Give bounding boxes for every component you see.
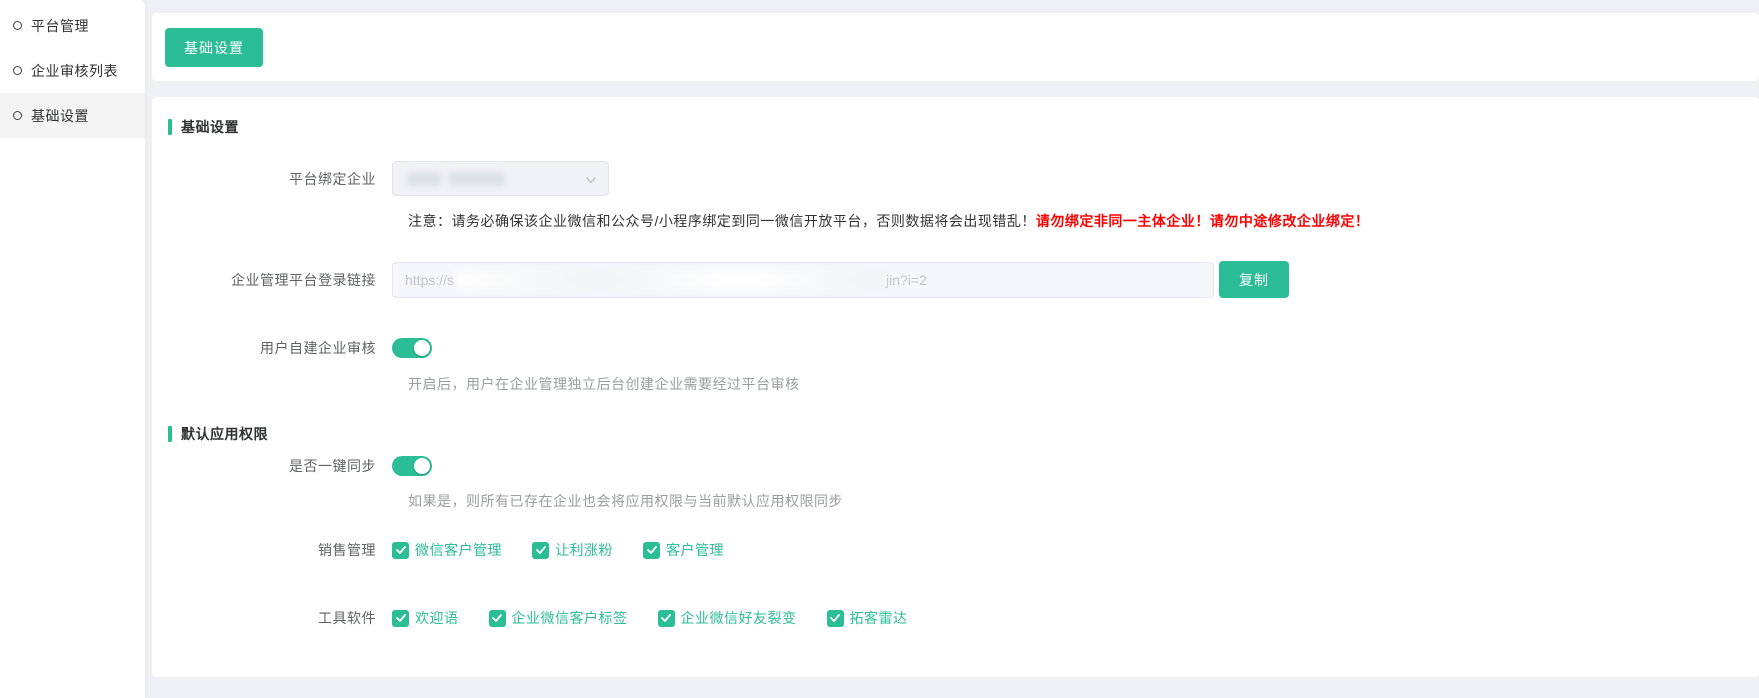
checkbox-checked-icon <box>489 610 506 627</box>
field-label: 平台绑定企业 <box>152 169 392 189</box>
sidebar-item-platform-management[interactable]: 平台管理 <box>0 3 145 48</box>
row-one-click-sync: 是否一键同步 <box>152 455 1735 477</box>
copy-button[interactable]: 复制 <box>1219 261 1289 298</box>
section-title-basic: 基础设置 <box>168 117 239 137</box>
field-label: 工具软件 <box>152 608 392 628</box>
login-link-input[interactable]: https://s jin?i=2 <box>392 262 1214 298</box>
tab-bar-card: 基础设置 <box>152 13 1759 81</box>
sidebar-item-label: 基础设置 <box>31 106 89 126</box>
checkbox-checked-icon <box>643 542 660 559</box>
field-label: 是否一键同步 <box>152 456 392 476</box>
sidebar: 平台管理 企业审核列表 基础设置 <box>0 0 145 698</box>
checkbox-checked-icon <box>658 610 675 627</box>
section-accent-bar <box>168 426 172 442</box>
checkbox-customer-management[interactable]: 客户管理 <box>643 540 724 560</box>
checkbox-wechat-customer-management[interactable]: 微信客户管理 <box>392 540 502 560</box>
radio-circle-icon <box>13 111 22 120</box>
section-accent-bar <box>168 119 172 135</box>
audit-toggle[interactable] <box>392 338 432 358</box>
checkbox-label: 拓客雷达 <box>850 608 908 628</box>
checkbox-checked-icon <box>392 610 409 627</box>
checkbox-label: 企业微信客户标签 <box>512 608 628 628</box>
sales-checkbox-group: 微信客户管理 让利涨粉 客户管理 <box>392 540 724 560</box>
row-login-link: 企业管理平台登录链接 https://s jin?i=2 复制 <box>152 261 1735 298</box>
checkbox-label: 微信客户管理 <box>415 540 502 560</box>
row-sales-management: 销售管理 微信客户管理 让利涨粉 <box>152 539 1735 561</box>
checkbox-welcome-message[interactable]: 欢迎语 <box>392 608 459 628</box>
toggle-knob <box>414 458 430 474</box>
audit-help-text: 开启后，用户在企业管理独立后台创建企业需要经过平台审核 <box>408 374 1735 394</box>
bind-warning-note: 注意：请务必确保该企业微信和公众号/小程序绑定到同一微信开放平台，否则数据将会出… <box>408 211 1735 231</box>
settings-form-card: 基础设置 平台绑定企业 注意：请务必确保该企业微信和公众号/小程序绑定到同一微信… <box>152 97 1759 677</box>
row-tool-software: 工具软件 欢迎语 企业微信客户标签 <box>152 607 1735 629</box>
enterprise-select[interactable] <box>392 161 609 196</box>
sidebar-item-label: 平台管理 <box>31 16 89 36</box>
sync-toggle[interactable] <box>392 456 432 476</box>
section-title-permissions: 默认应用权限 <box>168 424 268 444</box>
redacted-url-blob <box>456 270 884 290</box>
checkbox-wecom-customer-tags[interactable]: 企业微信客户标签 <box>489 608 628 628</box>
checkbox-wecom-friend-fission[interactable]: 企业微信好友裂变 <box>658 608 797 628</box>
link-url-suffix: jin?i=2 <box>886 272 927 288</box>
tools-checkbox-group: 欢迎语 企业微信客户标签 企业微信好友裂变 <box>392 608 908 628</box>
row-platform-bind-enterprise: 平台绑定企业 <box>152 161 1735 196</box>
tab-basic-settings[interactable]: 基础设置 <box>165 28 263 67</box>
checkbox-checked-icon <box>392 542 409 559</box>
sync-help-text: 如果是，则所有已存在企业也会将应用权限与当前默认应用权限同步 <box>408 491 1735 511</box>
sidebar-item-enterprise-audit-list[interactable]: 企业审核列表 <box>0 48 145 93</box>
warning-text-danger: 请勿绑定非同一主体企业！请勿中途修改企业绑定！ <box>1036 213 1370 229</box>
toggle-knob <box>414 340 430 356</box>
sidebar-item-basic-settings[interactable]: 基础设置 <box>0 93 145 138</box>
checkbox-customer-radar[interactable]: 拓客雷达 <box>827 608 908 628</box>
sidebar-item-label: 企业审核列表 <box>31 61 118 81</box>
field-label: 销售管理 <box>152 540 392 560</box>
row-user-enterprise-audit: 用户自建企业审核 <box>152 337 1735 359</box>
radio-circle-icon <box>13 66 22 75</box>
checkbox-label: 欢迎语 <box>415 608 459 628</box>
checkbox-checked-icon <box>532 542 549 559</box>
checkbox-checked-icon <box>827 610 844 627</box>
link-url-prefix: https://s <box>405 272 454 288</box>
main-content: 基础设置 基础设置 平台绑定企业 注意：请务必确保该企业微信和公众号/小程序绑定… <box>152 0 1759 698</box>
chevron-down-icon <box>584 173 598 187</box>
checkbox-profit-fans[interactable]: 让利涨粉 <box>532 540 613 560</box>
radio-circle-icon <box>13 21 22 30</box>
field-label: 企业管理平台登录链接 <box>152 270 392 290</box>
redacted-value-blob <box>449 172 505 186</box>
checkbox-label: 客户管理 <box>666 540 724 560</box>
checkbox-label: 让利涨粉 <box>555 540 613 560</box>
redacted-value-blob <box>407 172 441 186</box>
warning-text-normal: 注意：请务必确保该企业微信和公众号/小程序绑定到同一微信开放平台，否则数据将会出… <box>408 213 1036 229</box>
section-title-text: 默认应用权限 <box>181 424 268 444</box>
checkbox-label: 企业微信好友裂变 <box>681 608 797 628</box>
section-title-text: 基础设置 <box>181 117 239 137</box>
field-label: 用户自建企业审核 <box>152 338 392 358</box>
